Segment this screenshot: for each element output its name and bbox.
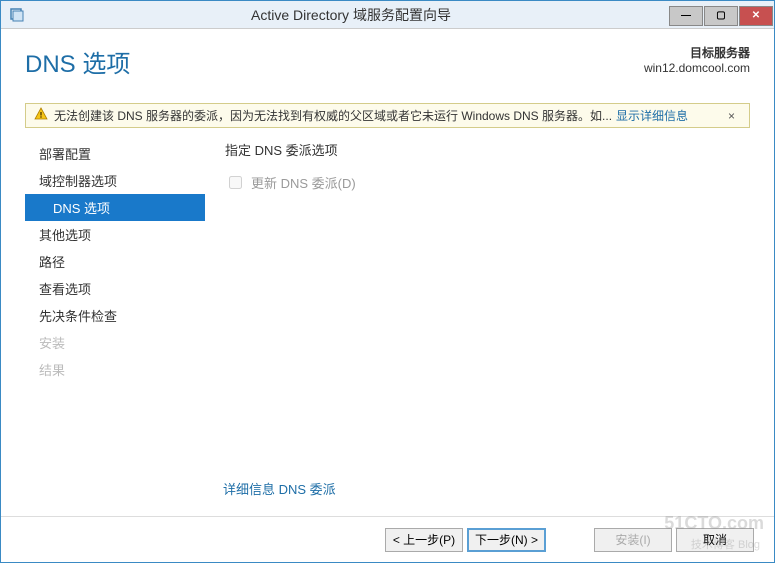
target-server-label: 目标服务器 [644, 44, 750, 61]
target-server-value: win12.domcool.com [644, 61, 750, 75]
target-server-block: 目标服务器 win12.domcool.com [644, 44, 750, 75]
sidebar-item-results: 结果 [25, 356, 205, 383]
window-title: Active Directory 域服务配置向导 [33, 5, 669, 25]
sidebar-item-paths[interactable]: 路径 [25, 248, 205, 275]
sidebar-item-prereq-check[interactable]: 先决条件检查 [25, 302, 205, 329]
warning-details-link[interactable]: 显示详细信息 [616, 107, 688, 124]
sidebar-item-dc-options[interactable]: 域控制器选项 [25, 167, 205, 194]
install-button: 安装(I) [594, 528, 672, 552]
sidebar-item-dns-options[interactable]: DNS 选项 [25, 194, 205, 221]
warning-close-icon[interactable]: × [722, 109, 741, 123]
cancel-button[interactable]: 取消 [676, 528, 754, 552]
sidebar: 部署配置 域控制器选项 DNS 选项 其他选项 路径 查看选项 先决条件检查 安… [25, 140, 205, 383]
titlebar: Active Directory 域服务配置向导 — ▢ ✕ [1, 1, 774, 29]
close-button[interactable]: ✕ [739, 6, 773, 26]
page-title: DNS 选项 [25, 44, 130, 79]
content-area: DNS 选项 目标服务器 win12.domcool.com 无法创建该 DNS… [1, 29, 774, 562]
footer: < 上一步(P) 下一步(N) > 安装(I) 取消 [1, 516, 774, 562]
header-row: DNS 选项 目标服务器 win12.domcool.com [25, 44, 750, 79]
update-dns-delegation-label: 更新 DNS 委派(D) [251, 173, 356, 192]
update-dns-delegation-row: 更新 DNS 委派(D) [225, 173, 750, 192]
sidebar-item-other-options[interactable]: 其他选项 [25, 221, 205, 248]
sidebar-item-install: 安装 [25, 329, 205, 356]
main-pane: 指定 DNS 委派选项 更新 DNS 委派(D) [205, 140, 750, 383]
minimize-button[interactable]: — [669, 6, 703, 26]
maximize-button[interactable]: ▢ [704, 6, 738, 26]
window-controls: — ▢ ✕ [669, 4, 774, 26]
sidebar-item-deployment-config[interactable]: 部署配置 [25, 140, 205, 167]
warning-icon [34, 107, 48, 124]
warning-bar: 无法创建该 DNS 服务器的委派，因为无法找到有权威的父区域或者它未运行 Win… [25, 103, 750, 128]
update-dns-delegation-checkbox [229, 176, 242, 189]
sidebar-item-review[interactable]: 查看选项 [25, 275, 205, 302]
app-icon [7, 5, 27, 25]
warning-text: 无法创建该 DNS 服务器的委派，因为无法找到有权威的父区域或者它未运行 Win… [54, 107, 612, 124]
section-heading: 指定 DNS 委派选项 [225, 140, 750, 159]
next-button[interactable]: 下一步(N) > [467, 528, 546, 552]
more-info-link[interactable]: 详细信息 DNS 委派 [223, 479, 336, 498]
previous-button[interactable]: < 上一步(P) [385, 528, 463, 552]
body-row: 部署配置 域控制器选项 DNS 选项 其他选项 路径 查看选项 先决条件检查 安… [25, 140, 750, 383]
